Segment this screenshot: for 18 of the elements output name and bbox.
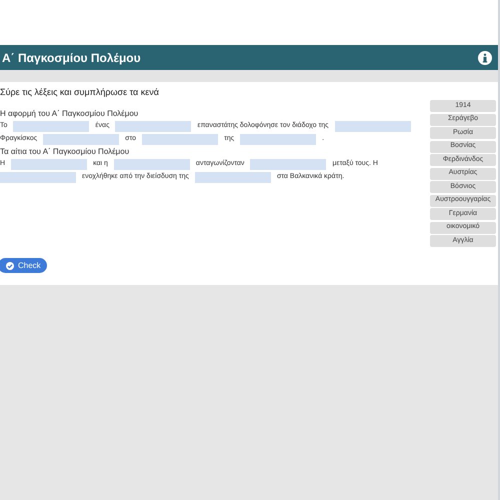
check-button[interactable]: Check [0,258,47,273]
drop-blank[interactable] [43,134,120,144]
drop-blank[interactable] [11,158,88,170]
drop-blank[interactable] [240,134,316,144]
instruction-text: Σύρε τις λέξεις και συμπλήρωσε τα κενά [0,86,160,99]
drop-blank[interactable] [194,172,271,182]
header-title: Α΄ Παγκοσμίου Πολέμου [2,50,141,66]
drop-blank[interactable] [115,120,192,132]
drop-blank[interactable] [0,172,76,182]
drop-blank[interactable] [13,120,90,132]
drop-blank[interactable] [334,120,411,132]
section-heading: Τα αίτια του Α΄ Παγκοσμίου Πολέμου [0,146,130,158]
drop-blank[interactable] [142,134,218,144]
info-icon[interactable] [478,50,492,64]
drop-blank[interactable] [114,158,190,170]
section-heading: Η αφορμή του Α΄ Παγκοσμίου Πολέμου [0,108,140,120]
check-icon [6,262,14,270]
drop-blank[interactable] [250,158,326,170]
